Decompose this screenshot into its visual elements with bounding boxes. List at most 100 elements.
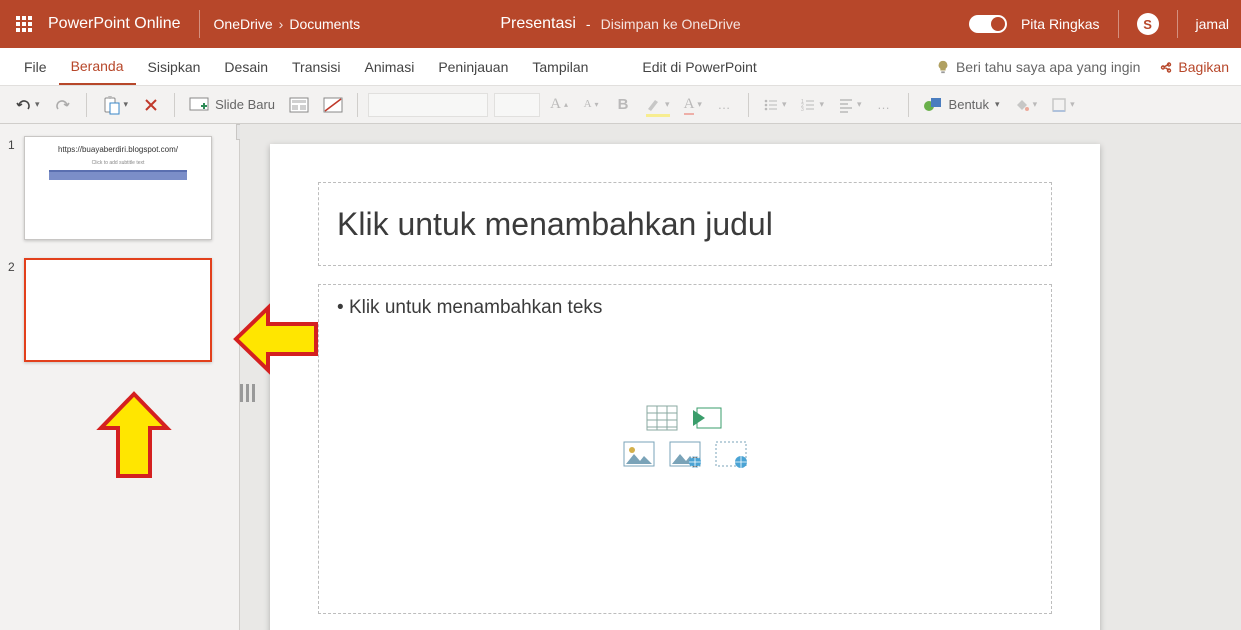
tab-home[interactable]: Beranda: [59, 48, 136, 85]
slide-thumbnail-2[interactable]: [24, 258, 212, 362]
tab-review[interactable]: Peninjauan: [426, 48, 520, 85]
shapes-label: Bentuk: [949, 97, 989, 112]
document-title[interactable]: Presentasi: [500, 15, 576, 33]
insert-online-picture-icon[interactable]: [668, 440, 702, 468]
x-icon: [144, 98, 158, 112]
outline-icon: [1051, 97, 1067, 113]
content-placeholder-text: • Klik untuk menambahkan teks: [337, 297, 602, 318]
save-status: Disimpan ke OneDrive: [601, 16, 741, 32]
delete-button[interactable]: [138, 92, 164, 118]
insert-excel-icon[interactable]: [691, 404, 725, 432]
hide-slide-button[interactable]: [319, 92, 347, 118]
dash: -: [586, 16, 591, 32]
slide-number: 1: [8, 136, 24, 152]
layout-button[interactable]: [285, 92, 313, 118]
tab-view[interactable]: Tampilan: [520, 48, 600, 85]
simplified-ribbon-toggle[interactable]: [969, 15, 1007, 33]
share-label: Bagikan: [1178, 59, 1229, 75]
font-family-select[interactable]: [368, 93, 488, 117]
decrease-font-icon: A: [584, 99, 592, 110]
font-color-button[interactable]: A▾: [680, 92, 706, 118]
tell-me-search[interactable]: Beri tahu saya apa yang ingin: [936, 59, 1140, 75]
edit-in-desktop[interactable]: Edit di PowerPoint: [630, 48, 768, 85]
layout-icon: [289, 97, 309, 113]
breadcrumb[interactable]: OneDrive › Documents: [204, 16, 361, 32]
new-slide-label: Slide Baru: [215, 97, 275, 112]
chevron-right-icon: ›: [279, 16, 284, 32]
tab-transition[interactable]: Transisi: [280, 48, 353, 85]
ruler-mark: [240, 384, 262, 402]
fill-bucket-icon: [1014, 97, 1030, 113]
breadcrumb-folder[interactable]: Documents: [289, 16, 360, 32]
user-name[interactable]: jamal: [1196, 16, 1229, 32]
tab-insert[interactable]: Sisipkan: [136, 48, 213, 85]
shapes-icon: [923, 96, 943, 114]
slide-number: 2: [8, 258, 24, 274]
separator: [1118, 10, 1119, 38]
numbering-icon: 123: [800, 97, 816, 113]
bullets-button[interactable]: ▾: [759, 92, 791, 118]
align-button[interactable]: ▾: [834, 92, 866, 118]
insert-online-video-icon[interactable]: [714, 440, 748, 468]
font-size-select[interactable]: [494, 93, 540, 117]
undo-button[interactable]: ▾: [10, 92, 44, 118]
shapes-button[interactable]: Bentuk ▾: [919, 92, 1004, 118]
app-name: PowerPoint Online: [48, 15, 195, 33]
slide1-title-text: https://buayaberdiri.blogspot.com/: [35, 145, 201, 154]
separator: [1177, 10, 1178, 38]
ribbon-toggle-label: Pita Ringkas: [1021, 16, 1100, 32]
more-font-button[interactable]: …: [712, 92, 738, 118]
highlight-icon: [646, 97, 662, 113]
tab-file[interactable]: File: [12, 48, 59, 85]
slide1-subtitle-text: Click to add subtitle text: [35, 160, 201, 166]
clipboard-icon: [101, 95, 121, 115]
annotation-arrow-left: [232, 300, 322, 378]
skype-icon[interactable]: S: [1137, 13, 1159, 35]
hide-slide-icon: [323, 97, 343, 113]
undo-icon: [14, 96, 32, 114]
slide-canvas[interactable]: Klik untuk menambahkan judul • Klik untu…: [270, 144, 1100, 630]
new-slide-button[interactable]: Slide Baru: [185, 92, 279, 118]
slide-thumbnail-row: 2: [8, 258, 231, 362]
paste-button[interactable]: ▾: [97, 92, 133, 118]
shape-outline-button[interactable]: ▾: [1047, 92, 1079, 118]
shrink-font-button[interactable]: A▾: [578, 92, 604, 118]
shape-fill-button[interactable]: ▾: [1010, 92, 1042, 118]
annotation-arrow-up: [95, 390, 173, 482]
tab-animation[interactable]: Animasi: [353, 48, 427, 85]
increase-font-icon: A: [550, 97, 561, 112]
title-placeholder[interactable]: Klik untuk menambahkan judul: [318, 182, 1052, 266]
redo-icon: [54, 96, 72, 114]
slide-thumbnail-panel: ▴ 1 https://buayaberdiri.blogspot.com/ C…: [0, 124, 240, 630]
numbering-button[interactable]: 123▾: [796, 92, 828, 118]
app-launcher-icon[interactable]: [8, 8, 40, 40]
highlight-button[interactable]: ▾: [642, 92, 674, 118]
insert-table-icon[interactable]: [645, 404, 679, 432]
chevron-down-icon: ▾: [124, 99, 129, 110]
svg-text:3: 3: [801, 107, 804, 113]
align-icon: [838, 97, 854, 113]
more-paragraph-button[interactable]: …: [872, 92, 898, 118]
share-button[interactable]: Bagikan: [1158, 59, 1229, 75]
separator: [199, 10, 200, 38]
grow-font-button[interactable]: A▴: [546, 92, 572, 118]
workspace: ▴ 1 https://buayaberdiri.blogspot.com/ C…: [0, 124, 1241, 630]
chevron-down-icon: ▾: [35, 99, 40, 110]
bullets-icon: [763, 97, 779, 113]
slide-thumbnail-1[interactable]: https://buayaberdiri.blogspot.com/ Click…: [24, 136, 212, 240]
chevron-down-icon: ▾: [995, 99, 1000, 110]
title-placeholder-text: Klik untuk menambahkan judul: [337, 206, 773, 243]
menu-bar: File Beranda Sisipkan Desain Transisi An…: [0, 48, 1241, 86]
breadcrumb-root[interactable]: OneDrive: [214, 16, 273, 32]
tab-design[interactable]: Desain: [212, 48, 280, 85]
bold-button[interactable]: B: [610, 92, 636, 118]
ribbon-toolbar: ▾ ▾ Slide Baru A▴ A▾ B ▾ A▾ … ▾ 123▾ ▾ …: [0, 86, 1241, 124]
lightbulb-icon: [936, 60, 950, 74]
redo-button[interactable]: [50, 92, 76, 118]
bold-icon: B: [618, 96, 629, 113]
content-insert-icons: [622, 404, 748, 468]
content-placeholder[interactable]: • Klik untuk menambahkan teks: [318, 284, 1052, 614]
tell-me-placeholder: Beri tahu saya apa yang ingin: [956, 59, 1140, 75]
insert-picture-icon[interactable]: [622, 440, 656, 468]
slide1-decoration: [49, 170, 187, 180]
